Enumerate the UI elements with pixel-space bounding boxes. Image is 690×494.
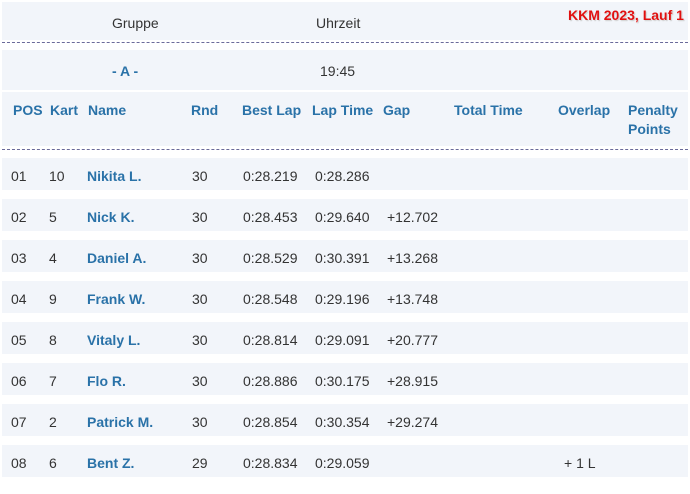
row-best-lap: 0:28.886 [243, 373, 298, 389]
row-kart: 10 [49, 168, 65, 184]
row-name: Frank W. [87, 291, 146, 307]
row-kart: 5 [49, 209, 57, 225]
row-kart: 7 [49, 373, 57, 389]
row-lap-time: 0:30.391 [315, 250, 370, 266]
group-name: - A - [112, 63, 139, 79]
row-gap: +28.915 [387, 373, 438, 389]
row-name: Flo R. [87, 373, 126, 389]
row-best-lap: 0:28.814 [243, 332, 298, 348]
col-header-overlap: Overlap [558, 102, 611, 118]
divider-header [2, 149, 688, 150]
row-gap: +13.748 [387, 291, 438, 307]
row-rnd: 30 [192, 168, 208, 184]
row-kart: 4 [49, 250, 57, 266]
col-header-total-time: Total Time [454, 102, 523, 118]
row-overlap: + 1 L [564, 455, 596, 471]
col-header-rnd: Rnd [191, 102, 219, 118]
row-best-lap: 0:28.548 [243, 291, 298, 307]
row-pos: 08 [11, 455, 27, 471]
row-pos: 06 [11, 373, 27, 389]
group-column-label: Gruppe [112, 15, 159, 31]
row-best-lap: 0:28.453 [243, 209, 298, 225]
row-lap-time: 0:30.175 [315, 373, 370, 389]
row-rnd: 30 [192, 250, 208, 266]
col-header-penalty-points: Points [628, 121, 671, 137]
row-lap-time: 0:28.286 [315, 168, 370, 184]
row-name: Bent Z. [87, 455, 135, 471]
row-name: Nikita L. [87, 168, 142, 184]
row-rnd: 29 [192, 455, 208, 471]
col-header-penalty: Penalty [628, 102, 678, 118]
col-header-name: Name [88, 102, 127, 118]
column-header-band [2, 92, 688, 146]
row-kart: 9 [49, 291, 57, 307]
row-name: Nick K. [87, 209, 135, 225]
time-column-label: Uhrzeit [316, 15, 361, 31]
row-kart: 2 [49, 414, 57, 430]
row-gap: +13.268 [387, 250, 438, 266]
row-rnd: 30 [192, 291, 208, 307]
row-gap: +12.702 [387, 209, 438, 225]
col-header-pos: POS [13, 102, 43, 118]
row-rnd: 30 [192, 209, 208, 225]
row-rnd: 30 [192, 373, 208, 389]
row-name: Vitaly L. [87, 332, 141, 348]
row-pos: 02 [11, 209, 27, 225]
col-header-lap-time: Lap Time [312, 102, 374, 118]
row-gap: +29.274 [387, 414, 438, 430]
divider-top [2, 42, 688, 43]
col-header-gap: Gap [383, 102, 411, 118]
row-kart: 8 [49, 332, 57, 348]
row-name: Daniel A. [87, 250, 147, 266]
row-pos: 03 [11, 250, 27, 266]
row-lap-time: 0:29.196 [315, 291, 370, 307]
col-header-best-lap: Best Lap [242, 102, 302, 118]
row-gap: +20.777 [387, 332, 438, 348]
row-lap-time: 0:30.354 [315, 414, 370, 430]
row-kart: 6 [49, 455, 57, 471]
group-time: 19:45 [320, 63, 356, 79]
row-pos: 07 [11, 414, 27, 430]
row-best-lap: 0:28.529 [243, 250, 298, 266]
row-best-lap: 0:28.219 [243, 168, 298, 184]
row-pos: 01 [11, 168, 27, 184]
row-lap-time: 0:29.059 [315, 455, 370, 471]
event-title: KKM 2023, Lauf 1 [568, 7, 684, 23]
row-lap-time: 0:29.640 [315, 209, 370, 225]
row-best-lap: 0:28.834 [243, 455, 298, 471]
col-header-kart: Kart [50, 102, 79, 118]
row-name: Patrick M. [87, 414, 154, 430]
row-pos: 04 [11, 291, 27, 307]
row-rnd: 30 [192, 332, 208, 348]
row-rnd: 30 [192, 414, 208, 430]
row-lap-time: 0:29.091 [315, 332, 370, 348]
row-pos: 05 [11, 332, 27, 348]
row-best-lap: 0:28.854 [243, 414, 298, 430]
